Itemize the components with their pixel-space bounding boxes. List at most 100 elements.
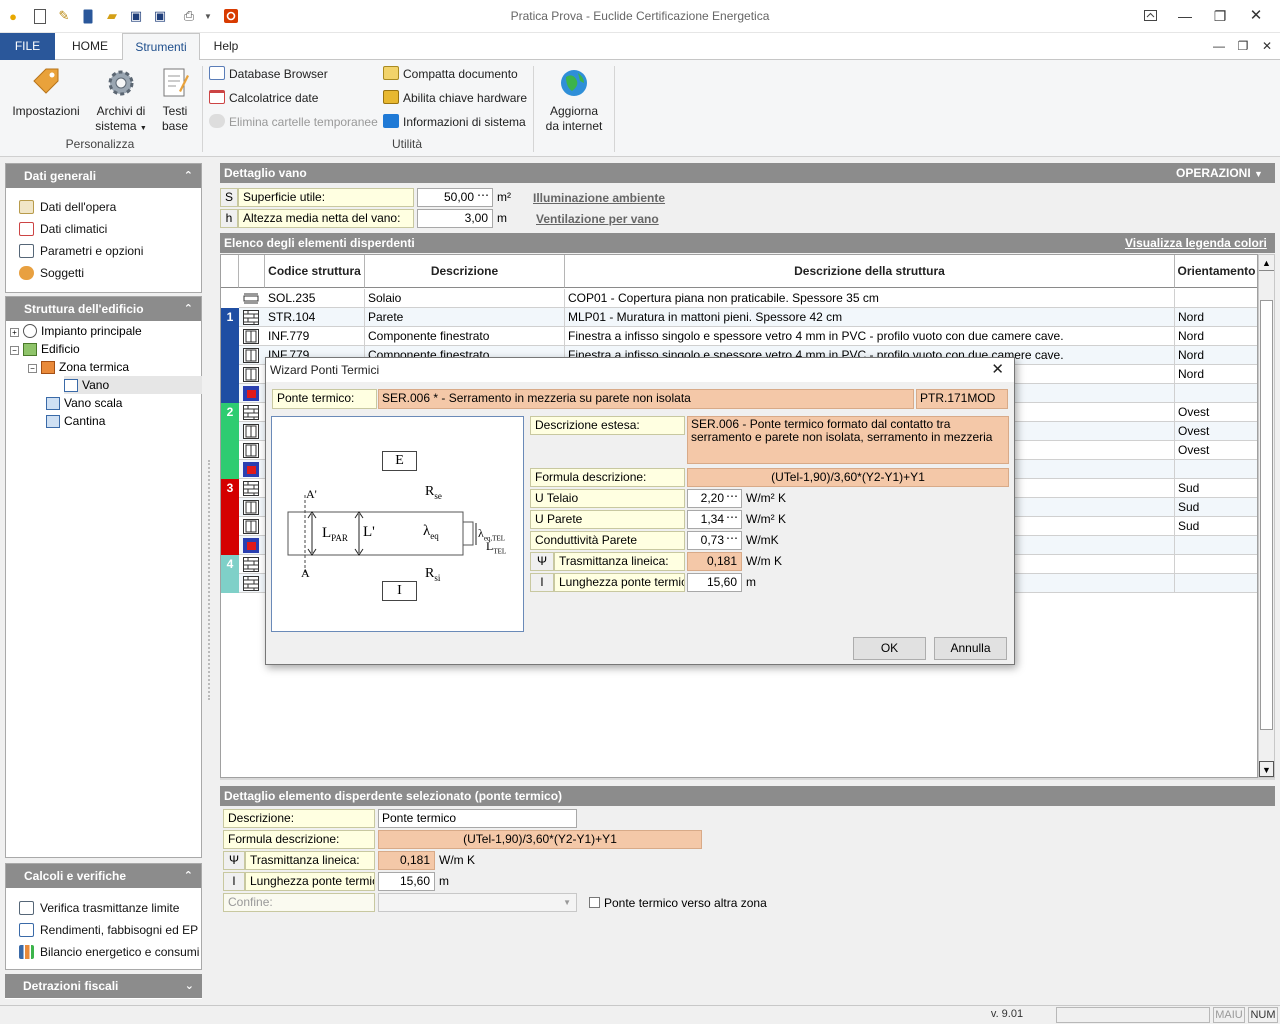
collapse-icon[interactable]: ⌃ xyxy=(184,164,193,188)
list-icon xyxy=(19,901,34,915)
panel-header-struttura[interactable]: Struttura dell'edificio ⌃ xyxy=(6,297,201,321)
splitter-grip[interactable] xyxy=(208,460,211,700)
collapse-tree-icon[interactable]: − xyxy=(28,364,37,373)
panel-header-calcoli[interactable]: Calcoli e verifiche ⌃ xyxy=(6,864,201,888)
tab-strumenti[interactable]: Strumenti xyxy=(122,33,200,61)
panel-header-dati-generali[interactable]: Dati generali ⌃ xyxy=(6,164,201,188)
compatta-documento-button[interactable]: Compatta documento xyxy=(383,64,518,84)
row-zone-number xyxy=(221,346,239,365)
dlg-conduttivita-input[interactable]: 0,73 ⋯ xyxy=(687,531,742,550)
ellipsis-icon[interactable]: ⋯ xyxy=(477,187,489,204)
grid-header-orientamento[interactable]: Orientamento xyxy=(1175,255,1257,288)
archivi-label-2: sistema ▼ xyxy=(95,119,147,133)
scroll-down-icon[interactable]: ▼ xyxy=(1259,761,1274,777)
grid-header-icon xyxy=(239,255,265,288)
s-symbol: S xyxy=(220,188,238,207)
expand-icon[interactable]: + xyxy=(10,328,19,337)
dlg-lunghezza-input[interactable]: 15,60 xyxy=(687,573,742,592)
det-trasmittanza-label: Trasmittanza lineica: xyxy=(245,851,375,870)
ventilazione-link[interactable]: Ventilazione per vano xyxy=(536,212,659,226)
tag-icon xyxy=(29,66,63,100)
det-descrizione-input[interactable]: Ponte termico xyxy=(378,809,577,828)
dialog-ok-button[interactable]: OK xyxy=(853,637,926,660)
archivi-label-1: Archivi di xyxy=(96,104,146,118)
tab-file[interactable]: FILE xyxy=(0,33,55,60)
dlg-u-telaio-input[interactable]: 2,20 ⋯ xyxy=(687,489,742,508)
window-icon xyxy=(243,348,259,363)
eraser-icon xyxy=(209,114,225,128)
doc-restore-icon[interactable]: ❐ xyxy=(1232,36,1254,56)
cell-descrizione: Componente finestrato xyxy=(365,327,565,346)
collapse-icon[interactable]: ⌃ xyxy=(184,864,193,888)
nav-item-rendimenti[interactable]: Rendimenti, fabbisogni ed EP xyxy=(6,919,201,941)
det-descrizione-label: Descrizione: xyxy=(223,809,375,828)
grid-header-codice[interactable]: Codice struttura xyxy=(265,255,365,288)
aggiorna-internet-button[interactable]: Aggiorna da internet xyxy=(539,66,609,134)
panel-header-detrazioni[interactable]: Detrazioni fiscali ⌄ xyxy=(5,974,202,998)
dialog-annulla-button[interactable]: Annulla xyxy=(934,637,1007,660)
operazioni-button[interactable]: OPERAZIONI ▼ xyxy=(1176,163,1263,184)
abilita-chiave-button[interactable]: Abilita chiave hardware xyxy=(383,88,527,108)
calcolatrice-date-button[interactable]: Calcolatrice date xyxy=(209,88,318,108)
table-row[interactable]: INF.779 Componente finestrato Finestra a i… xyxy=(221,327,1257,346)
expand-icon[interactable]: ⌄ xyxy=(185,974,194,998)
det-lunghezza-input[interactable]: 15,60 xyxy=(378,872,435,891)
impostazioni-button[interactable]: Impostazioni xyxy=(8,66,84,119)
dlg-u-parete-input[interactable]: 1,34 ⋯ xyxy=(687,510,742,529)
scrollbar-thumb[interactable] xyxy=(1260,300,1273,730)
det-lunghezza-unit: m xyxy=(439,874,449,888)
panel-calcoli-verifiche: Calcoli e verifiche ⌃ Verifica trasmittan… xyxy=(5,863,202,970)
dialog-close-icon[interactable]: ✕ xyxy=(991,358,1004,382)
collapse-icon[interactable]: ⌃ xyxy=(184,297,193,321)
database-browser-button[interactable]: Database Browser xyxy=(209,64,328,84)
ribbon-display-icon[interactable] xyxy=(1139,6,1161,26)
altezza-input[interactable]: 3,00 xyxy=(417,209,493,228)
scroll-up-icon[interactable]: ▲ xyxy=(1259,255,1274,271)
archivi-sistema-button[interactable]: Archivi di sistema ▼ xyxy=(90,66,152,136)
calendar-icon xyxy=(209,90,225,104)
altra-zona-checkbox[interactable] xyxy=(589,897,600,908)
ribbon: Impostazioni Archivi di sistema ▼ Testi … xyxy=(0,60,1280,157)
tree-item-cantina[interactable]: Cantina xyxy=(46,412,105,430)
dlg-l-symbol: l xyxy=(530,573,554,592)
nav-item-dati-climatici[interactable]: Dati climatici xyxy=(6,218,201,240)
table-row[interactable]: 1 STR.104 Parete MLP01 - Muratura in matton… xyxy=(221,308,1257,327)
minimize-icon[interactable]: — xyxy=(1174,6,1196,26)
collapse-tree-icon[interactable]: − xyxy=(10,346,19,355)
ellipsis-icon[interactable]: ⋯ xyxy=(726,488,738,505)
tree-item-vano-scala[interactable]: Vano scala xyxy=(46,394,122,412)
nav-item-verifica-trasmittanze[interactable]: Verifica trasmittanze limite xyxy=(6,897,201,919)
row-zone-number xyxy=(221,365,239,384)
close-icon[interactable]: ✕ xyxy=(1245,6,1267,26)
nav-item-bilancio[interactable]: Bilancio energetico e consumi xyxy=(6,941,201,963)
vertical-scrollbar[interactable]: ▲ ▼ xyxy=(1258,254,1275,778)
table-row[interactable]: SOL.235 Solaio COP01 - Copertura piana non… xyxy=(221,289,1257,308)
ellipsis-icon[interactable]: ⋯ xyxy=(726,509,738,526)
tree-item-edificio[interactable]: − Edificio xyxy=(10,340,80,358)
testi-base-button[interactable]: Testi base xyxy=(157,66,193,134)
superficie-unit: m² xyxy=(497,190,511,204)
restore-icon[interactable]: ❐ xyxy=(1209,6,1231,26)
status-num: NUM xyxy=(1248,1007,1278,1023)
row-zone-number xyxy=(221,422,239,441)
nav-item-soggetti[interactable]: Soggetti xyxy=(6,262,201,284)
informazioni-sistema-button[interactable]: Informazioni di sistema xyxy=(383,112,526,132)
ellipsis-icon[interactable]: ⋯ xyxy=(726,530,738,547)
grid-header-descrizione[interactable]: Descrizione xyxy=(365,255,565,288)
tab-home[interactable]: HOME xyxy=(62,33,118,60)
tree-item-vano[interactable]: Vano xyxy=(64,376,109,394)
illuminazione-link[interactable]: Illuminazione ambiente xyxy=(533,191,665,205)
tree-item-impianto[interactable]: + Impianto principale xyxy=(10,322,142,340)
tab-help[interactable]: Help xyxy=(204,33,248,60)
legenda-colori-link[interactable]: Visualizza legenda colori xyxy=(1125,236,1267,250)
document-edit-icon xyxy=(19,200,34,214)
nav-item-parametri-opzioni[interactable]: Parametri e opzioni xyxy=(6,240,201,262)
superficie-input[interactable]: 50,00 ⋯ xyxy=(417,188,493,207)
nav-item-dati-opera[interactable]: Dati dell'opera xyxy=(6,196,201,218)
tree-item-zona-termica[interactable]: − Zona termica xyxy=(28,358,129,376)
dlg-ponte-select[interactable]: SER.006 * - Serramento in mezzeria su pa… xyxy=(378,389,914,409)
row-zone-number: 2 xyxy=(221,403,239,422)
grid-header-struttura[interactable]: Descrizione della struttura xyxy=(565,255,1175,288)
doc-close-icon[interactable]: ✕ xyxy=(1256,36,1278,56)
doc-minimize-icon[interactable]: — xyxy=(1208,36,1230,56)
